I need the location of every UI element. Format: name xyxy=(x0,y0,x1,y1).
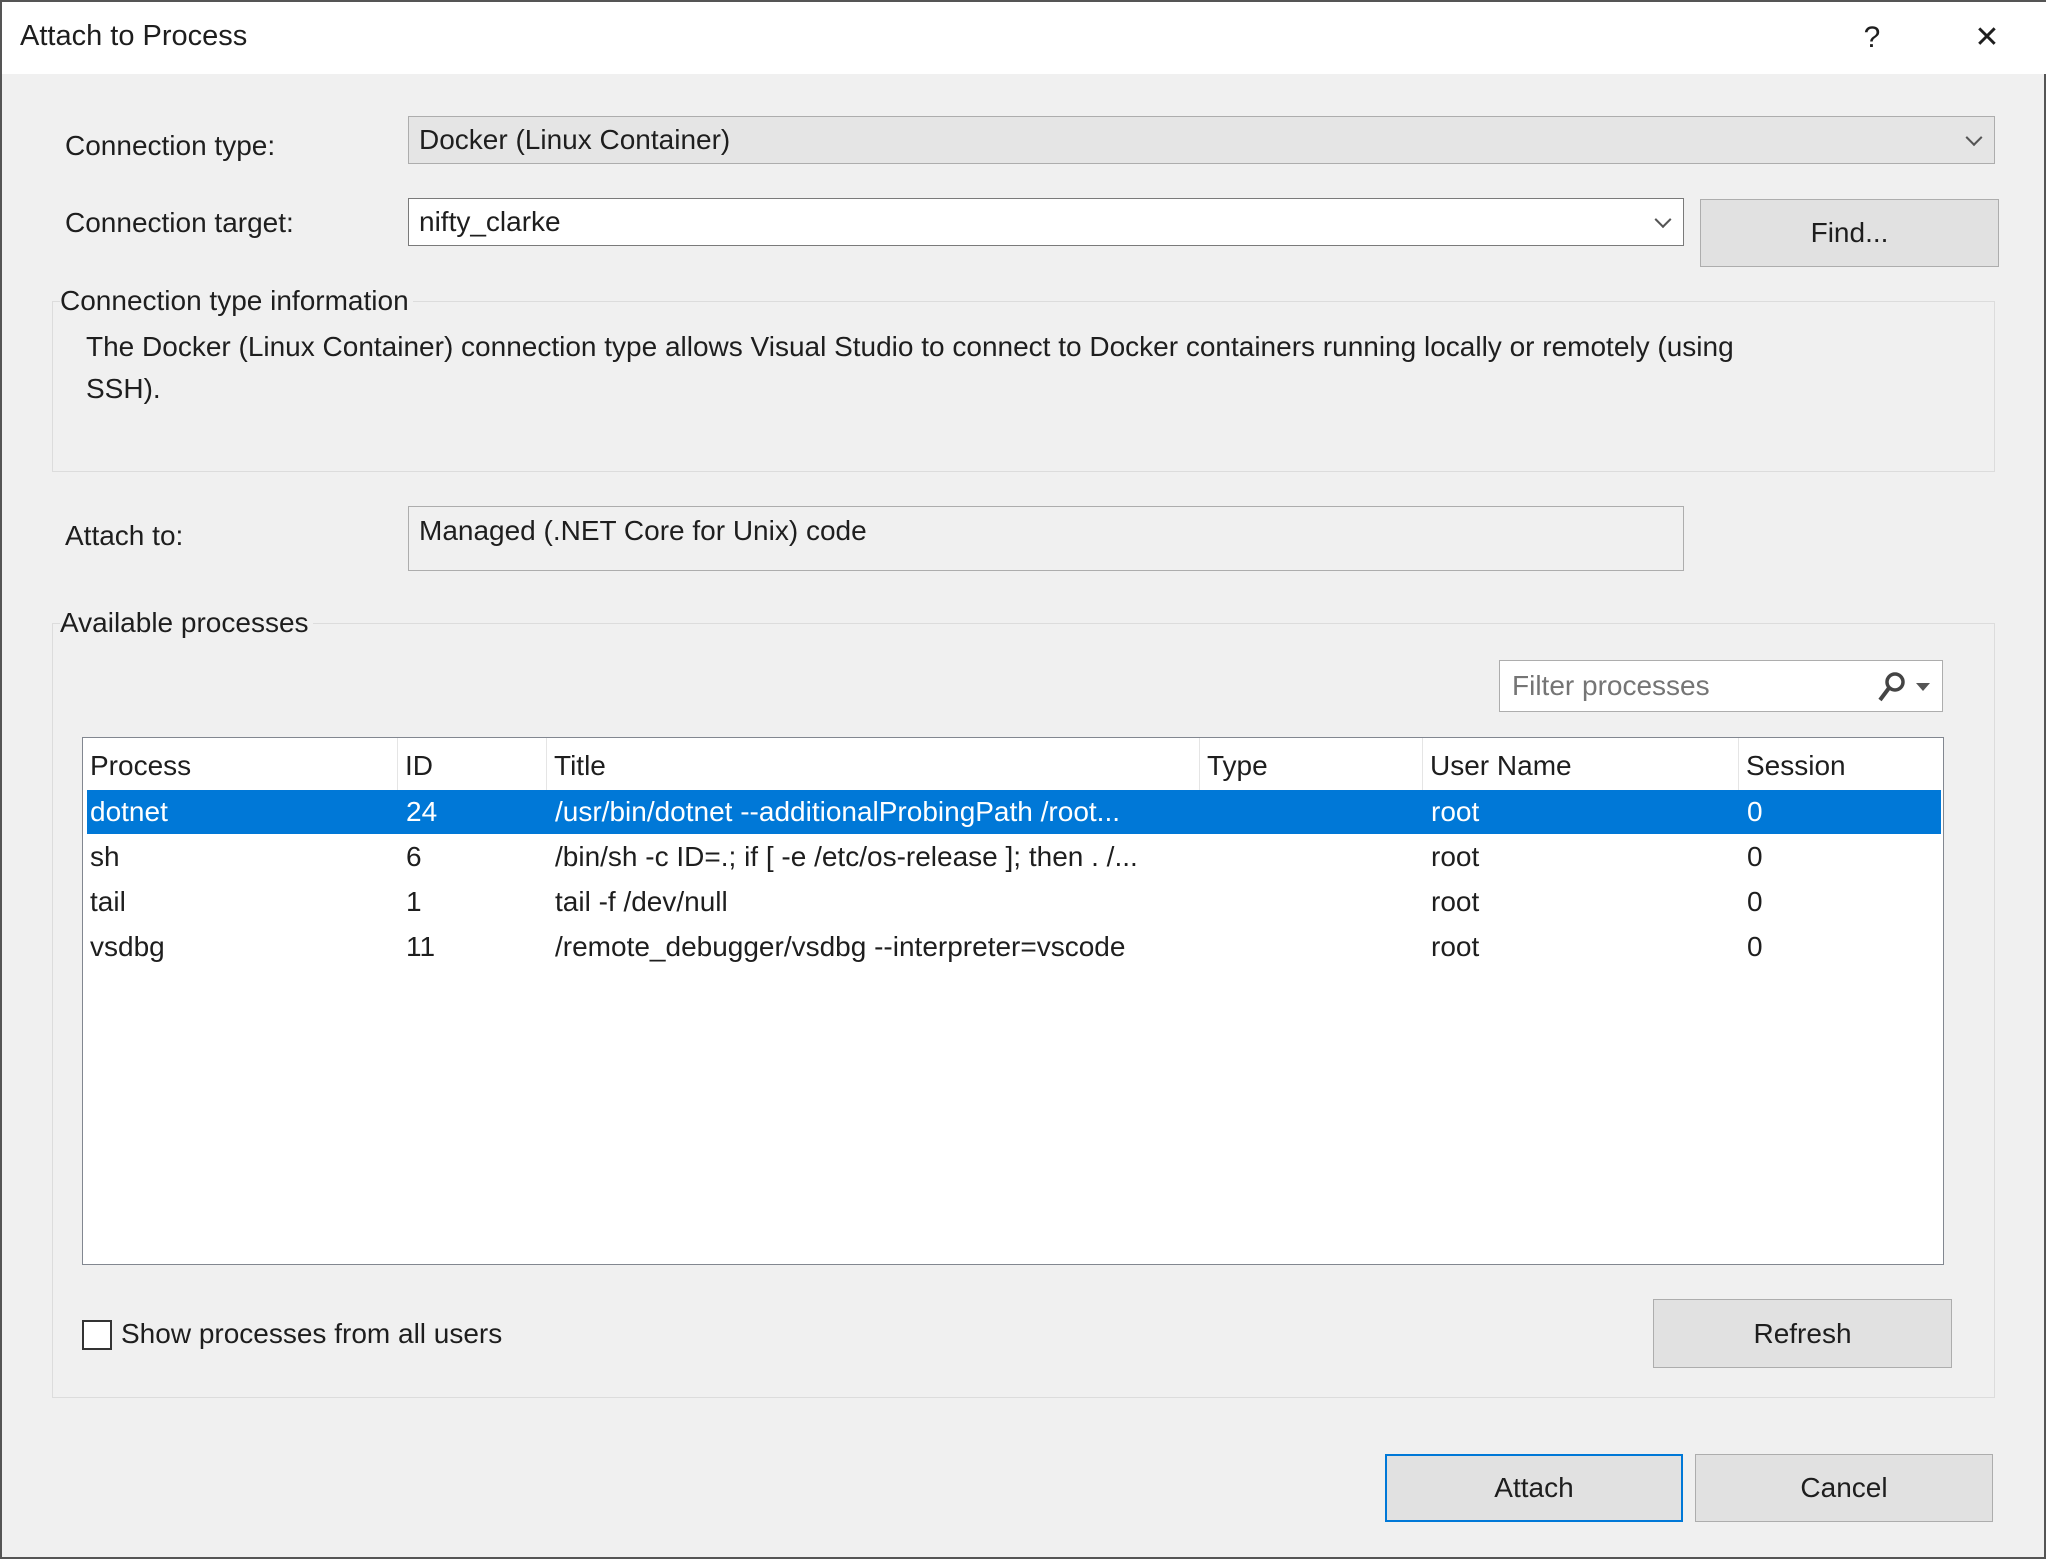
window-title: Attach to Process xyxy=(20,20,248,52)
cell-id: 24 xyxy=(406,796,438,827)
process-row[interactable]: tail 1 tail -f /dev/null root 0 xyxy=(87,880,1941,924)
connection-info-text-1: The Docker (Linux Container) connection … xyxy=(86,331,1734,362)
find-button[interactable]: Find... xyxy=(1700,199,1999,267)
available-processes-heading: Available processes xyxy=(60,607,313,639)
show-all-users-label[interactable]: Show processes from all users xyxy=(121,1318,502,1350)
attach-button[interactable]: Attach xyxy=(1385,1454,1683,1522)
filter-processes-input[interactable] xyxy=(1500,661,1870,711)
refresh-button[interactable]: Refresh xyxy=(1653,1299,1952,1368)
cell-title: /bin/sh -c ID=.; if [ -e /etc/os-release… xyxy=(555,841,1138,872)
column-header-user-name[interactable]: User Name xyxy=(1423,738,1739,790)
connection-type-dropdown[interactable]: Docker (Linux Container) xyxy=(408,116,1995,164)
cell-id: 6 xyxy=(406,841,422,872)
cell-session: 0 xyxy=(1747,841,1763,872)
cell-id: 11 xyxy=(406,931,436,962)
chevron-down-icon xyxy=(1965,129,1983,147)
title-bar: Attach to Process ? ✕ xyxy=(2,2,2046,74)
cell-user-name: root xyxy=(1431,841,1480,872)
close-button[interactable]: ✕ xyxy=(1962,16,2012,60)
cell-user-name: root xyxy=(1431,886,1480,917)
cell-title: /usr/bin/dotnet --additionalProbingPath … xyxy=(555,796,1121,827)
connection-type-label: Connection type: xyxy=(65,130,276,161)
connection-info-heading: Connection type information xyxy=(60,285,413,317)
process-row[interactable]: dotnet 24/usr/bin/dotnet --additionalProb… xyxy=(87,790,1941,834)
connection-target-combo[interactable]: nifty_clarke xyxy=(408,198,1684,246)
cell-session: 0 xyxy=(1747,931,1763,962)
cell-title: tail -f /dev/null xyxy=(555,886,728,917)
show-all-users-checkbox[interactable] xyxy=(82,1320,112,1350)
cell-title: /remote_debugger/vsdbg --interpreter=vsc… xyxy=(555,931,1126,962)
column-header-session[interactable]: Session xyxy=(1739,738,1939,790)
connection-target-value: nifty_clarke xyxy=(419,206,561,237)
process-row[interactable]: sh 6/bin/sh -c ID=.; if [ -e /etc/os-rele… xyxy=(87,835,1941,879)
cell-process: sh xyxy=(90,841,120,872)
cell-session: 0 xyxy=(1747,796,1763,827)
cell-session: 0 xyxy=(1747,886,1763,917)
cell-user-name: root xyxy=(1431,796,1480,827)
attach-to-field[interactable]: Managed (.NET Core for Unix) code xyxy=(408,506,1684,571)
cell-id: 1 xyxy=(406,886,422,917)
filter-processes-box[interactable] xyxy=(1499,660,1943,712)
column-header-type[interactable]: Type xyxy=(1200,738,1423,790)
cancel-button[interactable]: Cancel xyxy=(1695,1454,1993,1522)
connection-type-value: Docker (Linux Container) xyxy=(419,124,731,155)
column-header-process[interactable]: Process xyxy=(83,738,398,790)
cell-process: tail xyxy=(90,886,126,917)
connection-info-group xyxy=(52,301,1995,472)
cell-process: dotnet xyxy=(90,796,168,827)
cell-process: vsdbg xyxy=(90,931,165,962)
help-button[interactable]: ? xyxy=(1847,16,1897,60)
chevron-down-icon xyxy=(1654,211,1672,229)
cell-user-name: root xyxy=(1431,931,1480,962)
connection-target-label: Connection target: xyxy=(65,207,294,238)
column-header-id[interactable]: ID xyxy=(398,738,547,790)
attach-to-value: Managed (.NET Core for Unix) code xyxy=(419,515,867,546)
search-icon[interactable] xyxy=(1874,671,1908,703)
process-list[interactable]: Process ID Title Type User Name Session … xyxy=(82,737,1944,1265)
connection-info-text-2: SSH). xyxy=(86,373,161,404)
dropdown-arrow-icon[interactable] xyxy=(1916,683,1930,693)
attach-to-label: Attach to: xyxy=(65,520,184,551)
process-row[interactable]: vsdbg 11/remote_debugger/vsdbg --interpre… xyxy=(87,925,1941,969)
column-header-title[interactable]: Title xyxy=(547,738,1200,790)
